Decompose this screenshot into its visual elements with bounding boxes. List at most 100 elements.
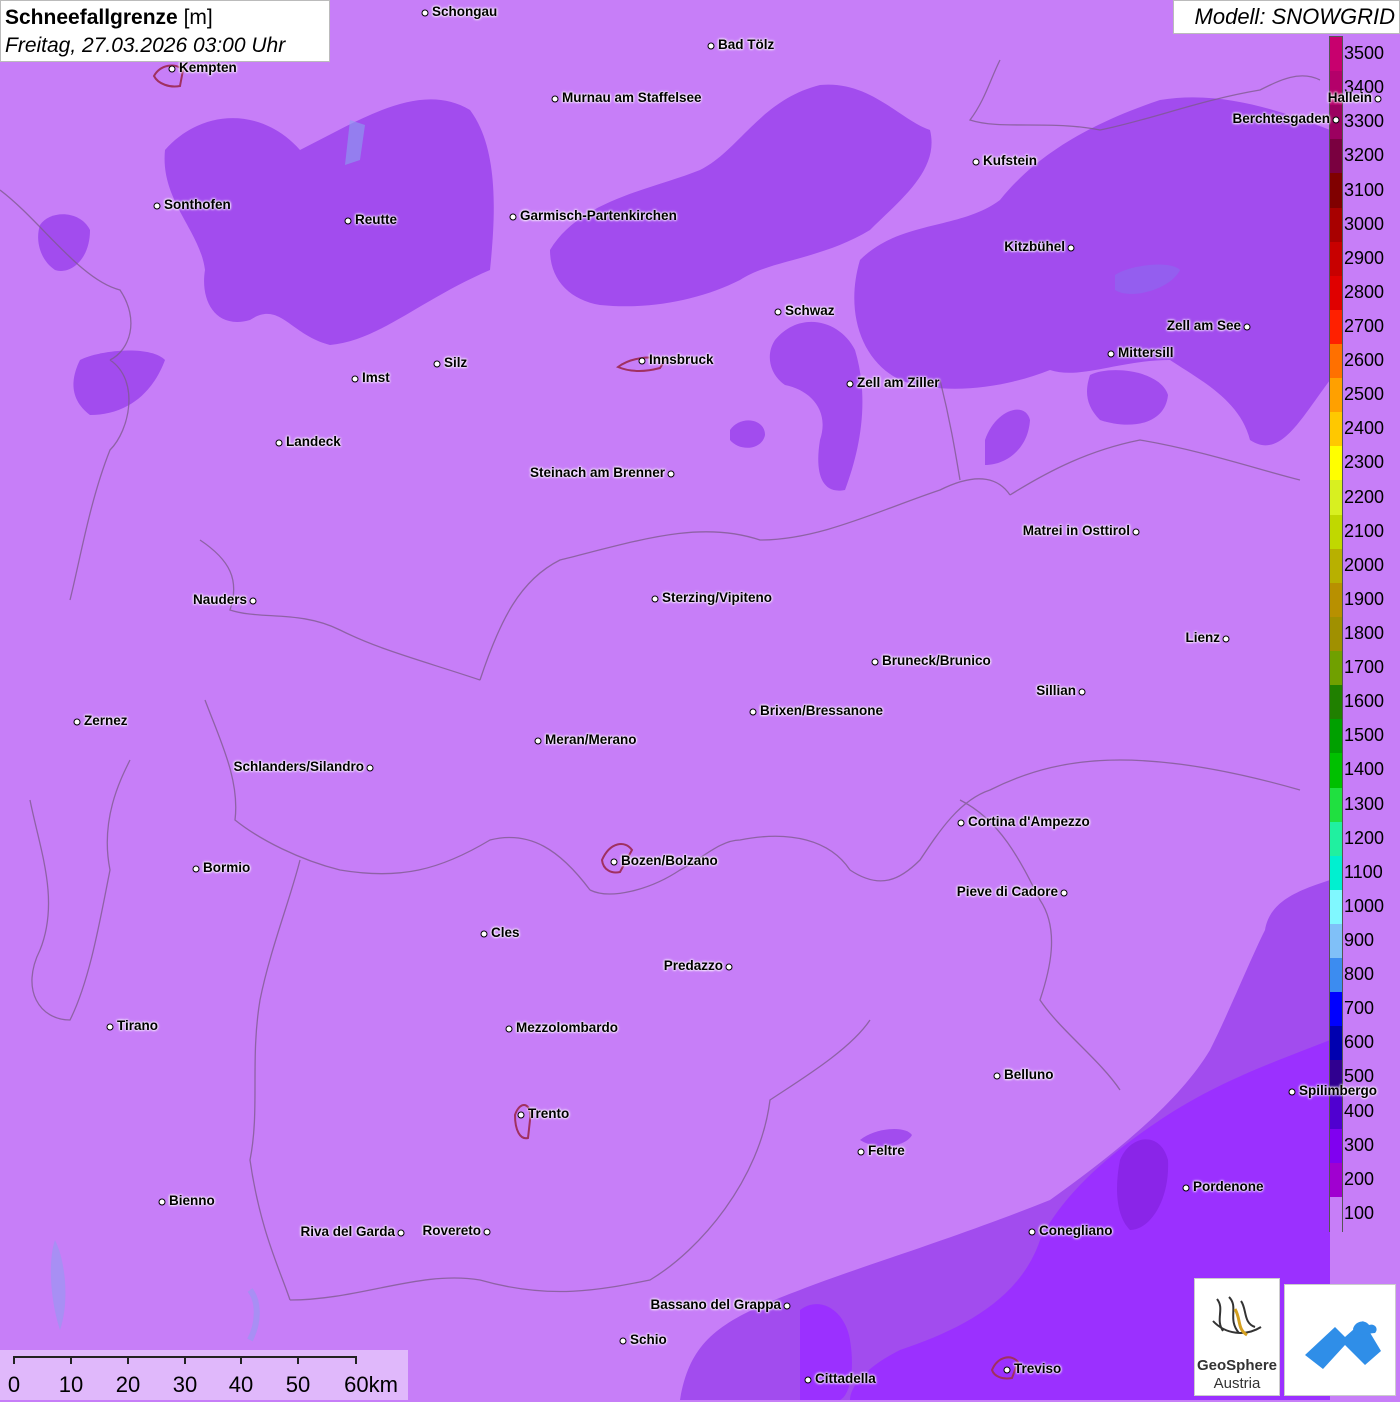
city-marker[interactable]	[1060, 889, 1068, 897]
city-marker[interactable]	[505, 1025, 513, 1033]
city-marker[interactable]	[517, 1111, 525, 1119]
city-marker[interactable]	[846, 380, 854, 388]
city-label[interactable]: Treviso	[1014, 1362, 1061, 1376]
city-marker[interactable]	[871, 658, 879, 666]
city-label[interactable]: Feltre	[868, 1144, 905, 1158]
city-marker[interactable]	[1067, 244, 1075, 252]
city-label[interactable]: Imst	[362, 371, 390, 385]
city-marker[interactable]	[1374, 95, 1382, 103]
city-label[interactable]: Zell am See	[1167, 319, 1241, 333]
city-label[interactable]: Murnau am Staffelsee	[562, 91, 702, 105]
city-label[interactable]: Cortina d'Ampezzo	[968, 815, 1090, 829]
city-marker[interactable]	[957, 819, 965, 827]
city-label[interactable]: Bozen/Bolzano	[621, 854, 718, 868]
city-marker[interactable]	[1288, 1088, 1296, 1096]
city-marker[interactable]	[1243, 323, 1251, 331]
city-label[interactable]: Belluno	[1004, 1068, 1054, 1082]
city-marker[interactable]	[106, 1023, 114, 1031]
city-marker[interactable]	[783, 1302, 791, 1310]
city-label[interactable]: Cittadella	[815, 1372, 876, 1386]
city-label[interactable]: Schio	[630, 1333, 667, 1347]
city-marker[interactable]	[433, 360, 441, 368]
city-label[interactable]: Rovereto	[422, 1224, 481, 1238]
city-marker[interactable]	[1182, 1184, 1190, 1192]
city-marker[interactable]	[73, 718, 81, 726]
city-label[interactable]: Schwaz	[785, 304, 835, 318]
city-marker[interactable]	[153, 202, 161, 210]
geosphere-logo[interactable]: GeoSphere Austria	[1194, 1278, 1280, 1396]
city-label[interactable]: Reutte	[355, 213, 397, 227]
city-label[interactable]: Pieve di Cadore	[957, 885, 1058, 899]
city-marker[interactable]	[1332, 116, 1340, 124]
city-label[interactable]: Bruneck/Brunico	[882, 654, 991, 668]
city-label[interactable]: Bormio	[203, 861, 250, 875]
city-label[interactable]: Conegliano	[1039, 1224, 1113, 1238]
city-marker[interactable]	[667, 470, 675, 478]
city-marker[interactable]	[397, 1229, 405, 1237]
city-label[interactable]: Cles	[491, 926, 520, 940]
city-label[interactable]: Kufstein	[983, 154, 1037, 168]
city-marker[interactable]	[651, 595, 659, 603]
app-logo[interactable]	[1284, 1284, 1396, 1396]
city-label[interactable]: Brixen/Bressanone	[760, 704, 883, 718]
city-marker[interactable]	[804, 1376, 812, 1384]
city-marker[interactable]	[725, 963, 733, 971]
city-label[interactable]: Zell am Ziller	[857, 376, 940, 390]
city-marker[interactable]	[366, 764, 374, 772]
city-marker[interactable]	[551, 95, 559, 103]
city-label[interactable]: Mezzolombardo	[516, 1021, 618, 1035]
city-marker[interactable]	[421, 9, 429, 17]
city-marker[interactable]	[610, 858, 618, 866]
city-marker[interactable]	[1003, 1366, 1011, 1374]
city-label[interactable]: Bassano del Grappa	[650, 1298, 781, 1312]
city-marker[interactable]	[1222, 635, 1230, 643]
city-label[interactable]: Bienno	[169, 1194, 215, 1208]
city-label[interactable]: Kitzbühel	[1004, 240, 1065, 254]
city-marker[interactable]	[774, 308, 782, 316]
city-label[interactable]: Matrei in Osttirol	[1023, 524, 1130, 538]
city-marker[interactable]	[480, 930, 488, 938]
city-marker[interactable]	[857, 1148, 865, 1156]
city-marker[interactable]	[249, 597, 257, 605]
city-label[interactable]: Mittersill	[1118, 346, 1174, 360]
city-marker[interactable]	[509, 213, 517, 221]
city-label[interactable]: Berchtesgaden	[1232, 112, 1330, 126]
city-label[interactable]: Steinach am Brenner	[530, 466, 665, 480]
city-label[interactable]: Riva del Garda	[300, 1225, 395, 1239]
city-marker[interactable]	[619, 1337, 627, 1345]
city-label[interactable]: Sterzing/Vipiteno	[662, 591, 772, 605]
city-label[interactable]: Schongau	[432, 5, 497, 19]
city-label[interactable]: Sillian	[1036, 684, 1076, 698]
city-marker[interactable]	[638, 357, 646, 365]
city-marker[interactable]	[168, 65, 176, 73]
city-label[interactable]: Sonthofen	[164, 198, 231, 212]
city-label[interactable]: Trento	[528, 1107, 569, 1121]
city-marker[interactable]	[1028, 1228, 1036, 1236]
city-marker[interactable]	[1078, 688, 1086, 696]
city-label[interactable]: Schlanders/Silandro	[233, 760, 364, 774]
city-label[interactable]: Innsbruck	[649, 353, 714, 367]
city-marker[interactable]	[1107, 350, 1115, 358]
city-marker[interactable]	[972, 158, 980, 166]
city-marker[interactable]	[749, 708, 757, 716]
city-marker[interactable]	[192, 865, 200, 873]
city-marker[interactable]	[344, 217, 352, 225]
city-label[interactable]: Nauders	[193, 593, 247, 607]
city-label[interactable]: Meran/Merano	[545, 733, 637, 747]
city-label[interactable]: Lienz	[1185, 631, 1220, 645]
city-marker[interactable]	[158, 1198, 166, 1206]
city-marker[interactable]	[993, 1072, 1001, 1080]
city-label[interactable]: Kempten	[179, 61, 237, 75]
city-marker[interactable]	[483, 1228, 491, 1236]
city-label[interactable]: Landeck	[286, 435, 341, 449]
city-label[interactable]: Silz	[444, 356, 467, 370]
city-marker[interactable]	[351, 375, 359, 383]
city-marker[interactable]	[1132, 528, 1140, 536]
city-label[interactable]: Hallein	[1328, 91, 1372, 105]
city-label[interactable]: Garmisch-Partenkirchen	[520, 209, 677, 223]
city-label[interactable]: Spilimbergo	[1299, 1084, 1377, 1098]
city-label[interactable]: Zernez	[84, 714, 128, 728]
city-label[interactable]: Pordenone	[1193, 1180, 1264, 1194]
city-marker[interactable]	[707, 42, 715, 50]
city-marker[interactable]	[275, 439, 283, 447]
